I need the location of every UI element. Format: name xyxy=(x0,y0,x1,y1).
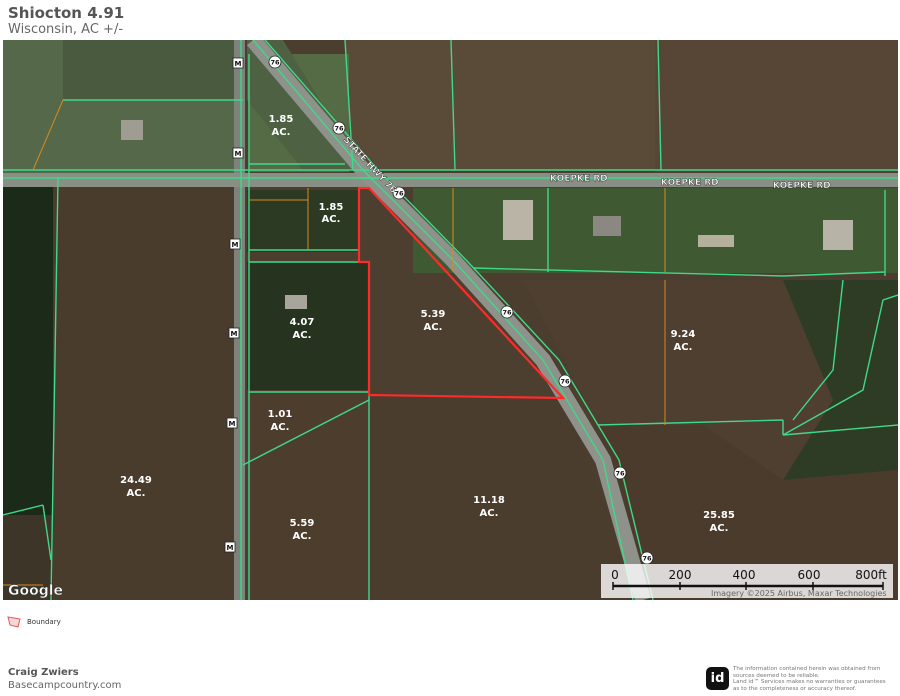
trees-1-85-south xyxy=(247,190,359,252)
hwy-76-shield-text: 76 xyxy=(334,125,344,133)
parcel-acres: 5.59 xyxy=(290,518,315,529)
land-id-logo-icon: id xyxy=(706,667,729,690)
hwy-76-shield-text: 76 xyxy=(560,378,570,386)
parcel-acres: 1.01 xyxy=(268,409,293,420)
county-m-shield-text: M xyxy=(235,150,242,158)
parcel-acres: 24.49 xyxy=(120,475,152,486)
field-nw-top xyxy=(63,40,243,100)
map-subtitle: Wisconsin, AC +/- xyxy=(8,22,124,37)
parcel-unit: AC. xyxy=(674,342,693,353)
agent-website[interactable]: Basecampcountry.com xyxy=(8,680,121,691)
parcel-unit: AC. xyxy=(293,330,312,341)
county-m-shield: M xyxy=(224,541,236,553)
scale-tick: 0 xyxy=(611,568,619,582)
parcel-unit: AC. xyxy=(271,422,290,433)
hwy-76-shield-text: 76 xyxy=(270,59,280,67)
scale-tick: 600 xyxy=(798,568,821,582)
county-m-shield-text: M xyxy=(227,544,234,552)
disclaimer: The information contained herein was obt… xyxy=(733,666,893,692)
county-road-m[interactable] xyxy=(234,40,245,600)
disclaimer-line: The information contained herein was obt… xyxy=(733,666,881,672)
county-m-shield: M xyxy=(232,147,244,159)
hwy-76-shield: 76 xyxy=(332,121,346,135)
scale-tick: 800ft xyxy=(855,568,887,582)
farmstead-4-07 xyxy=(285,295,307,309)
hwy-76-shield-text: 76 xyxy=(502,309,512,317)
hwy-76-shield: 76 xyxy=(558,374,572,388)
county-m-shield-text: M xyxy=(235,60,242,68)
parcel-acres: 4.07 xyxy=(290,317,315,328)
map-legend: Boundary xyxy=(7,616,61,628)
hwy-76-shield-text: 76 xyxy=(642,555,652,563)
parcel-unit: AC. xyxy=(424,322,443,333)
parcel-unit: AC. xyxy=(710,523,729,534)
hwy-76-shield: 76 xyxy=(268,55,282,69)
county-m-shield: M xyxy=(228,327,240,339)
disclaimer-line: as to the completeness or accuracy there… xyxy=(733,685,857,692)
koepke-rd-label-2: KOEPKE RD xyxy=(661,178,719,188)
field-north-center xyxy=(345,40,655,170)
google-logo: Google xyxy=(8,583,63,599)
scale-tick: 200 xyxy=(669,568,692,582)
koepke-rd-label-1: KOEPKE RD xyxy=(550,174,608,184)
hwy-76-shield-text: 76 xyxy=(615,470,625,478)
farmstead-driveway xyxy=(503,200,533,240)
parcel-acres: 9.24 xyxy=(671,329,696,340)
legend-boundary-label: Boundary xyxy=(27,618,61,626)
parcel-acres: 1.85 xyxy=(269,114,294,125)
outbuilding-pad xyxy=(698,235,734,247)
map-canvas[interactable]: 76 76 76 76 76 76 76 M M M M M M STATE H… xyxy=(3,40,898,600)
imagery-attribution: Imagery ©2025 Airbus, Maxar Technologies xyxy=(711,589,887,598)
parcel-acres: 1.85 xyxy=(319,202,344,213)
county-m-shield: M xyxy=(232,57,244,69)
county-m-shield: M xyxy=(229,238,241,250)
hwy-76-shield: 76 xyxy=(640,551,654,565)
map-title: Shiocton 4.91 xyxy=(8,4,125,22)
koepke-road[interactable] xyxy=(3,173,898,187)
parcel-unit: AC. xyxy=(293,531,312,542)
farmstead-east xyxy=(823,220,853,250)
koepke-rd-label-3: KOEPKE RD xyxy=(773,181,831,191)
hwy-76-shield: 76 xyxy=(500,305,514,319)
field-24-49 xyxy=(53,180,236,600)
parcel-unit: AC. xyxy=(127,488,146,499)
satellite-map[interactable]: 76 76 76 76 76 76 76 M M M M M M STATE H… xyxy=(3,40,898,600)
disclaimer-line: Land id™ Services makes no warranties or… xyxy=(733,679,886,686)
parcel-acres: 5.39 xyxy=(421,309,446,320)
county-m-shield-text: M xyxy=(229,420,236,428)
parcel-acres: 25.85 xyxy=(703,510,735,521)
parcel-acres: 11.18 xyxy=(473,495,505,506)
field-ne xyxy=(655,40,898,172)
county-m-shield-text: M xyxy=(232,241,239,249)
boundary-swatch-icon xyxy=(7,616,21,628)
field-5-59 xyxy=(243,395,369,600)
scale-tick: 400 xyxy=(733,568,756,582)
county-m-shield: M xyxy=(226,417,238,429)
hwy-76-shield: 76 xyxy=(613,466,627,480)
agent-name: Craig Zwiers xyxy=(8,667,79,678)
parcel-unit: AC. xyxy=(322,214,341,225)
parcel-unit: AC. xyxy=(480,508,499,519)
parcel-unit: AC. xyxy=(272,127,291,138)
house-roof xyxy=(593,216,621,236)
farmstead-nw xyxy=(121,120,143,140)
scale-bar: 0 200 400 600 800ft Imagery ©2025 Airbus… xyxy=(601,564,893,598)
woods-west xyxy=(3,175,53,515)
county-m-shield-text: M xyxy=(231,330,238,338)
